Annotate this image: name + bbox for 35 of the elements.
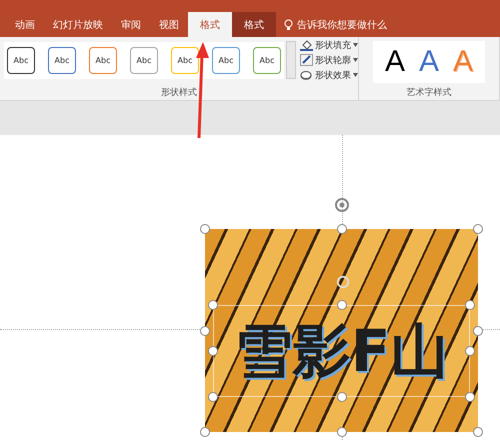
shape-style-swatch[interactable]: Abc — [7, 46, 35, 74]
shape-command-button[interactable]: 形状效果 — [300, 68, 358, 82]
resize-handle[interactable] — [473, 224, 483, 234]
wordart-style[interactable]: A — [414, 47, 443, 77]
ribbon-tab[interactable]: 视图 — [150, 12, 188, 37]
ribbon-tab[interactable]: 审阅 — [112, 12, 150, 37]
shape-style-swatch[interactable]: Abc — [48, 46, 76, 74]
ribbon-tab[interactable]: 格式 — [188, 12, 232, 37]
tell-me-search[interactable]: 告诉我你想要做什么 — [276, 12, 393, 37]
shape-effect-icon — [300, 69, 313, 81]
shape-command-button[interactable]: 形状填充 — [300, 38, 358, 52]
lightbulb-icon — [284, 18, 293, 30]
resize-handle[interactable] — [200, 427, 210, 437]
shape-style-swatch[interactable]: Abc — [89, 46, 117, 74]
resize-handle[interactable] — [336, 224, 346, 234]
resize-handle[interactable] — [200, 224, 210, 234]
ribbon-tab[interactable]: 格式 — [232, 12, 276, 37]
shape-style-swatch[interactable]: Abc — [253, 46, 281, 74]
shape-command-button[interactable]: 形状轮廓 — [300, 54, 358, 66]
caret-icon — [353, 58, 358, 62]
ribbon-tab[interactable]: 动画 — [6, 12, 44, 37]
gallery-scrollbar[interactable] — [286, 41, 296, 79]
caret-icon — [353, 73, 358, 77]
resize-handle[interactable] — [200, 326, 210, 336]
wordart-style[interactable]: A — [380, 47, 409, 77]
shape-style-swatch[interactable]: Abc — [171, 46, 199, 74]
ribbon-tab[interactable]: 幻灯片放映 — [44, 12, 112, 37]
group-label: 艺术字样式 — [406, 86, 452, 99]
rotate-handle-icon[interactable] — [334, 197, 350, 213]
caret-icon — [353, 43, 358, 47]
resize-handle[interactable] — [473, 427, 483, 437]
shape-style-swatch[interactable]: Abc — [130, 46, 158, 74]
pencil-icon — [300, 54, 313, 66]
group-label: 形状样式 — [161, 86, 197, 99]
shape-style-swatch[interactable]: Abc — [212, 46, 240, 74]
